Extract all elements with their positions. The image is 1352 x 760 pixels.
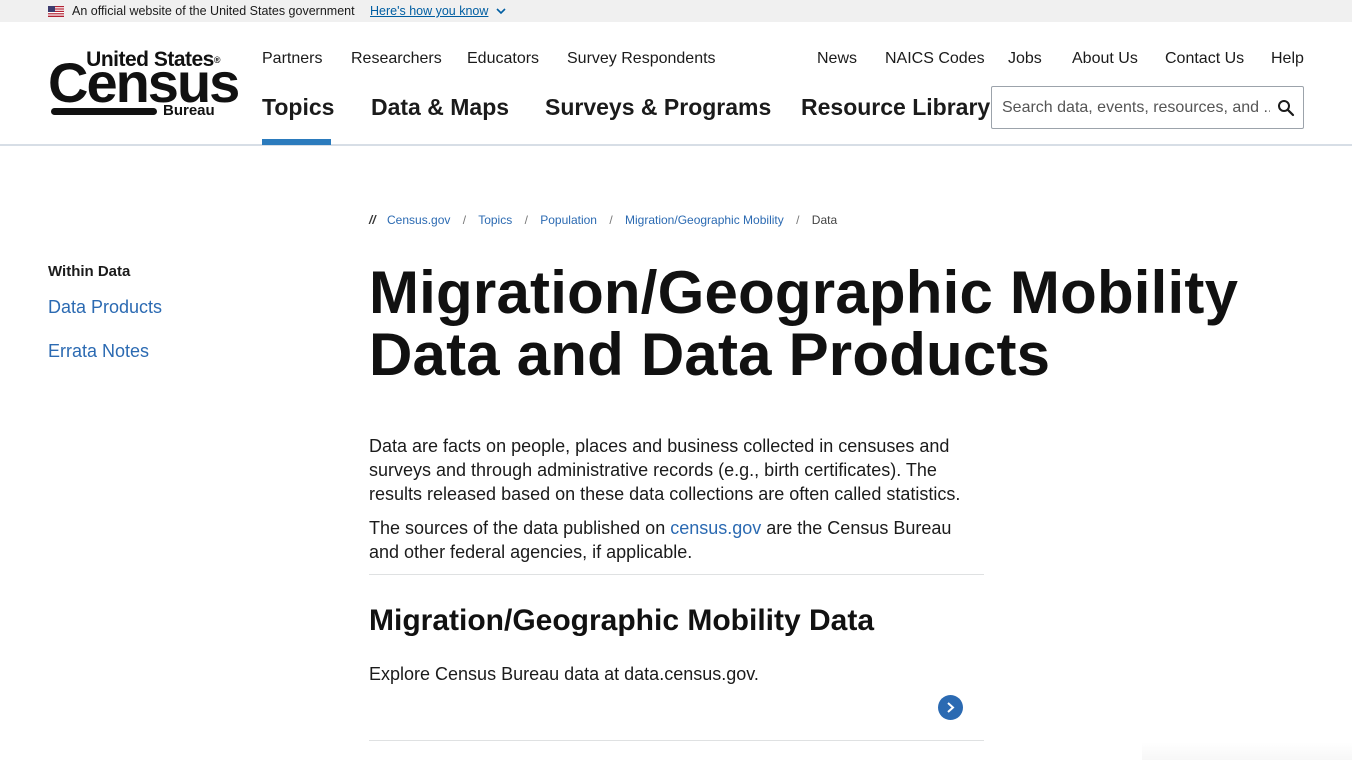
section-title: Migration/Geographic Mobility Data xyxy=(369,604,875,637)
logo-bureau: Bureau xyxy=(163,102,215,119)
nav-partners[interactable]: Partners xyxy=(262,50,322,68)
search-input[interactable] xyxy=(1002,96,1270,120)
search-icon[interactable] xyxy=(1277,99,1295,117)
breadcrumb-separator: / xyxy=(524,213,528,227)
breadcrumb-separator: / xyxy=(609,213,613,227)
nav-researchers[interactable]: Researchers xyxy=(351,50,442,68)
page-title: Migration/Geographic Mobility Data and D… xyxy=(369,259,1239,388)
logo-bar xyxy=(51,108,157,115)
active-nav-indicator xyxy=(262,139,331,145)
breadcrumb-start: // xyxy=(369,213,376,227)
sidebar-item-data-products[interactable]: Data Products xyxy=(48,297,162,318)
breadcrumb-migration[interactable]: Migration/Geographic Mobility xyxy=(625,213,784,227)
site-header: United States® Census Bureau Partners Re… xyxy=(0,22,1352,146)
nav-jobs[interactable]: Jobs xyxy=(1008,50,1042,68)
breadcrumb: // Census.gov / Topics / Population / Mi… xyxy=(369,213,837,227)
breadcrumb-topics[interactable]: Topics xyxy=(478,213,512,227)
main-nav-topics[interactable]: Topics xyxy=(262,94,334,121)
divider xyxy=(369,740,984,741)
chevron-right-icon xyxy=(947,702,955,713)
intro-paragraph: Data are facts on people, places and bus… xyxy=(369,436,961,504)
search-box xyxy=(991,86,1304,129)
nav-educators[interactable]: Educators xyxy=(467,50,539,68)
gov-banner: An official website of the United States… xyxy=(0,0,1352,22)
section-arrow-button[interactable] xyxy=(938,695,963,720)
breadcrumb-separator: / xyxy=(462,213,467,227)
sidebar-title: Within Data xyxy=(48,263,131,280)
breadcrumb-census-gov[interactable]: Census.gov xyxy=(387,213,450,227)
corner-shadow xyxy=(1142,742,1352,760)
nav-news[interactable]: News xyxy=(817,50,857,68)
section-description: Explore Census Bureau data at data.censu… xyxy=(369,664,759,684)
breadcrumb-separator: / xyxy=(796,213,800,227)
main-nav-resource-library[interactable]: Resource Library xyxy=(801,94,990,121)
nav-about-us[interactable]: About Us xyxy=(1072,50,1138,68)
main-nav-surveys-programs[interactable]: Surveys & Programs xyxy=(545,94,771,121)
main-nav-data-maps[interactable]: Data & Maps xyxy=(371,94,509,121)
sources-paragraph: The sources of the data published on cen… xyxy=(369,516,984,564)
sources-text-before: The sources of the data published on xyxy=(369,518,671,538)
sidebar-item-errata-notes[interactable]: Errata Notes xyxy=(48,341,149,362)
gov-banner-text: An official website of the United States… xyxy=(72,4,355,18)
census-gov-link[interactable]: census.gov xyxy=(670,518,761,538)
nav-survey-respondents[interactable]: Survey Respondents xyxy=(567,50,716,68)
nav-contact-us[interactable]: Contact Us xyxy=(1165,50,1244,68)
nav-naics-codes[interactable]: NAICS Codes xyxy=(885,50,985,68)
how-you-know-link[interactable]: Here's how you know xyxy=(370,4,488,18)
us-flag-icon xyxy=(48,6,64,17)
census-logo[interactable]: United States® Census Bureau xyxy=(48,49,240,121)
chevron-down-icon[interactable] xyxy=(496,8,506,15)
divider xyxy=(369,574,984,575)
breadcrumb-current: Data xyxy=(811,213,838,227)
breadcrumb-population[interactable]: Population xyxy=(540,213,597,227)
nav-help[interactable]: Help xyxy=(1271,50,1304,68)
